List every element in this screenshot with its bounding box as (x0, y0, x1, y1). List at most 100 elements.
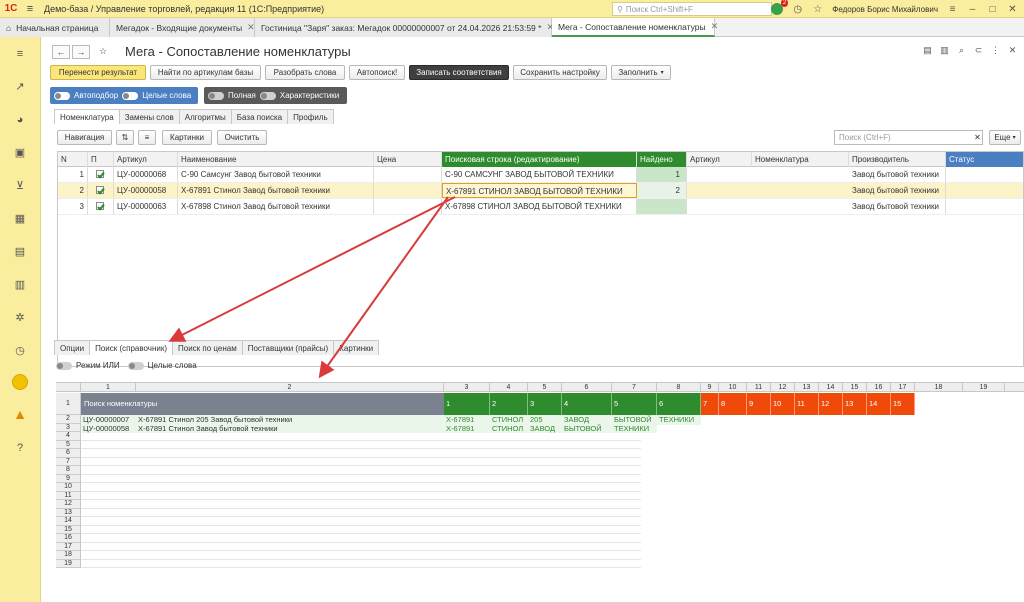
sheet-row-header[interactable]: 6 (56, 449, 81, 458)
sheet-col-header[interactable]: 18 (915, 383, 963, 392)
notifications-icon[interactable]: 2 (771, 0, 789, 15)
tab-pictures[interactable]: Картинки (333, 340, 380, 355)
close-icon[interactable]: ✕ (1007, 4, 1018, 15)
sheet-col-header[interactable]: 7 (612, 383, 657, 392)
sheet-col-header[interactable]: 14 (819, 383, 843, 392)
sheet-cell-code[interactable]: ЦУ-00000058 (81, 423, 136, 433)
col-n[interactable]: N (58, 152, 88, 167)
checkbox[interactable] (88, 167, 114, 182)
sheet-row-header[interactable]: 9 (56, 474, 81, 483)
col-article2[interactable]: Артикул (687, 152, 752, 167)
search-clear-icon[interactable]: ✕ (972, 130, 983, 145)
col-article[interactable]: Артикул (114, 152, 178, 167)
sheet-row-header[interactable]: 16 (56, 534, 81, 543)
sheet-cell-name[interactable]: Х-67891 Стинол Завод бытовой техники (136, 423, 444, 433)
characteristics-toggle[interactable] (259, 91, 276, 100)
settings-icon[interactable]: ≡ (947, 4, 958, 15)
sheet-row-header[interactable]: 14 (56, 517, 81, 526)
table-row[interactable]: 3 ЦУ-00000063 Х-67898 Стинол Завод бытов… (58, 199, 1023, 215)
help-icon[interactable]: ? (13, 441, 27, 455)
report-icon[interactable]: ▥ (939, 45, 950, 56)
cell-price[interactable] (374, 199, 442, 214)
favorites-icon[interactable]: ☆ (812, 4, 823, 15)
sheet-cell-token[interactable]: Х-67891 (444, 423, 490, 433)
sheet-row-header[interactable]: 19 (56, 559, 81, 568)
tab-megadoc-incoming[interactable]: Мегадок - Входящие документы ✕ (110, 18, 255, 37)
global-search-input[interactable]: ⚲ Поиск Ctrl+Shift+F (612, 2, 772, 16)
close-tab-icon[interactable]: ✕ (711, 21, 719, 32)
mode-or-toggle[interactable] (56, 361, 72, 370)
save-settings-button[interactable]: Сохранить настройку (513, 65, 607, 80)
sort-icon[interactable]: ⇅ (116, 130, 134, 145)
sheet-cell-token[interactable]: ТЕХНИКИ (612, 423, 657, 433)
tab-hotel-order[interactable]: Гостиница "Заря" заказ: Мегадок 00000000… (255, 18, 554, 37)
more-dropdown-button[interactable]: Еще ▾ (989, 130, 1021, 145)
sheet-col-header[interactable]: 12 (771, 383, 795, 392)
sheet-col-header[interactable]: 2 (136, 383, 444, 392)
sheet-row-header[interactable]: 10 (56, 483, 81, 492)
pie-icon[interactable]: ◕ (13, 113, 27, 127)
tab-mega-matching[interactable]: Мега - Сопоставление номенклатуры ✕ (552, 18, 718, 37)
sheet-row-header[interactable]: 5 (56, 440, 81, 449)
tab-algorithms[interactable]: Алгоритмы (178, 109, 232, 124)
sheet-col-header[interactable]: 20 (1005, 383, 1024, 392)
sheet-row-header[interactable]: 4 (56, 432, 81, 441)
sheet-row-header[interactable]: 15 (56, 525, 81, 534)
tab-search-catalog[interactable]: Поиск (справочник) (89, 340, 174, 355)
table-search-input[interactable]: Поиск (Ctrl+F) (834, 130, 983, 145)
cell-search-string[interactable]: С-90 САМСУНГ ЗАВОД БЫТОВОЙ ТЕХНИКИ (442, 167, 637, 182)
sheet-cell-token[interactable]: СТИНОЛ (490, 423, 528, 433)
chart-icon[interactable]: ↗ (13, 80, 27, 94)
bar-chart-icon[interactable]: ▥ (13, 278, 27, 292)
col-found[interactable]: Найдено (637, 152, 687, 167)
sheet-col-header[interactable]: 6 (562, 383, 612, 392)
sheet-row-header[interactable]: 11 (56, 491, 81, 500)
sheet-col-header[interactable]: 13 (795, 383, 819, 392)
cell-search-string[interactable]: Х-67898 СТИНОЛ ЗАВОД БЫТОВОЙ ТЕХНИКИ (442, 199, 637, 214)
tab-nomenclature[interactable]: Номенклатура (54, 109, 120, 124)
sheet-col-header[interactable]: 4 (490, 383, 528, 392)
fill-dropdown-button[interactable]: Заполнить ▾ (611, 65, 671, 80)
sheet-col-header[interactable]: 3 (444, 383, 490, 392)
sheet-row-header[interactable]: 8 (56, 466, 81, 475)
sheet-cell-token[interactable]: ЗАВОД (528, 423, 562, 433)
navigation-button[interactable]: Навигация (57, 130, 112, 145)
transfer-result-button[interactable]: Перенести результат (50, 65, 146, 80)
sheet-row-header[interactable]: 18 (56, 551, 81, 560)
whole-words-toggle-2[interactable] (127, 361, 144, 370)
cell-price[interactable] (374, 167, 442, 182)
sheet-row-header[interactable]: 2 (56, 415, 81, 424)
sheet-col-header[interactable]: 10 (719, 383, 747, 392)
autopick-toggle[interactable] (54, 91, 70, 100)
table-row[interactable]: 1 ЦУ-00000068 С-90 Самсунг Завод бытовой… (58, 167, 1023, 183)
more-icon[interactable]: ⋮ (990, 45, 1001, 56)
warning-icon[interactable]: ▲ (13, 407, 27, 421)
sheet-col-header[interactable]: 19 (963, 383, 1005, 392)
favorite-star-icon[interactable]: ☆ (94, 45, 112, 59)
close-tab-icon[interactable]: ✕ (247, 22, 255, 33)
table-row-selected[interactable]: 2 ЦУ-00000058 Х-67891 Стинол Завод бытов… (58, 183, 1023, 199)
sheet-col-header[interactable]: 11 (747, 383, 771, 392)
tab-home[interactable]: ⌂ Начальная страница (0, 18, 110, 37)
cell-search-string-editing[interactable]: Х-67891 СТИНОЛ ЗАВОД БЫТОВОЙ ТЕХНИКИ (442, 183, 637, 198)
sheet-cell-token[interactable]: ТЕХНИКИ (657, 415, 701, 425)
sheet-col-header[interactable]: 8 (657, 383, 701, 392)
sheet-cell-token[interactable]: БЫТОВОЙ (562, 423, 612, 433)
tab-search-prices[interactable]: Поиск по ценам (172, 340, 243, 355)
clear-button[interactable]: Очистить (217, 130, 267, 145)
cell-price[interactable] (374, 183, 442, 198)
bag-icon[interactable]: ▣ (13, 146, 27, 160)
history-icon[interactable]: ◷ (792, 4, 803, 15)
sheet-col-header[interactable]: 9 (701, 383, 719, 392)
split-words-button[interactable]: Разобрать слова (265, 65, 345, 80)
col-maker[interactable]: Производитель (849, 152, 946, 167)
gear-icon[interactable]: ✲ (13, 311, 27, 325)
back-button[interactable]: ← (52, 45, 70, 59)
autosearch-button[interactable]: Автопоиск! (349, 65, 405, 80)
col-nomenclature[interactable]: Номенклатура (752, 152, 849, 167)
sheet-row-header[interactable]: 3 (56, 423, 81, 432)
cart-icon[interactable]: ⊻ (13, 179, 27, 193)
sheet-row-header[interactable]: 7 (56, 457, 81, 466)
circle-yellow-icon[interactable] (12, 374, 28, 390)
docs-icon[interactable]: ▤ (13, 245, 27, 259)
